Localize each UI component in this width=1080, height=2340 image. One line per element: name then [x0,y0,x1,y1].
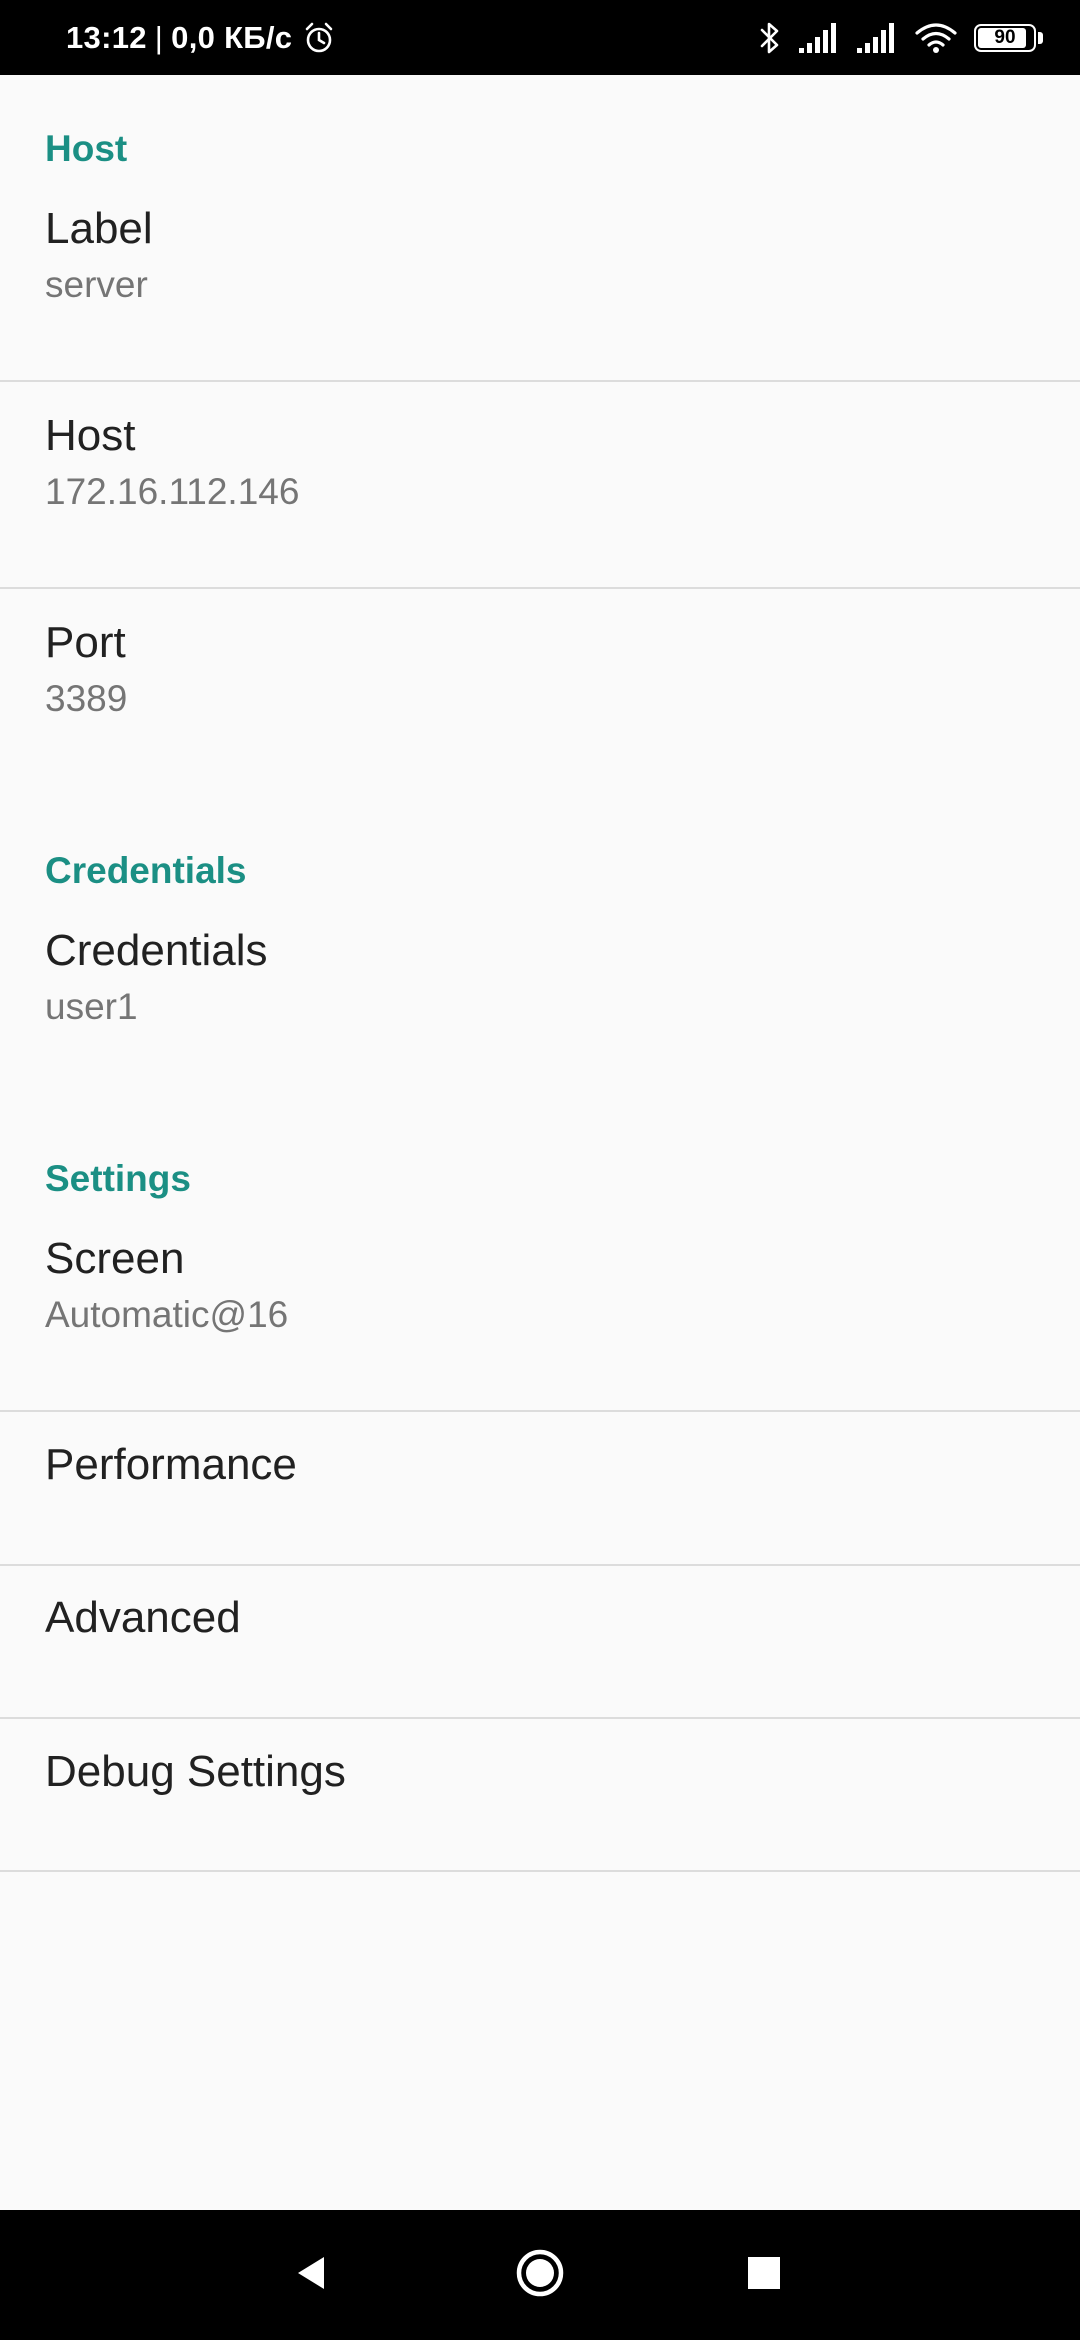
section-header-host: Host [45,128,128,169]
pref-summary-screen: Automatic@16 [45,1294,289,1335]
pref-title-credentials: Credentials [45,926,268,975]
pref-summary-credentials: user1 [45,986,138,1027]
section-header-credentials: Credentials [45,850,247,891]
signal-bars-icon [856,22,898,54]
wifi-icon [914,21,958,55]
status-right: 90 [758,0,1044,75]
status-separator: | [154,19,164,55]
alarm-clock-icon [302,21,336,55]
battery-level: 90 [994,26,1016,48]
signal-bars-icon [798,22,840,54]
divider [0,380,1080,382]
status-bar: 13:12 | 0,0 КБ/с 90 [0,0,1080,75]
pref-title-advanced: Advanced [45,1593,241,1642]
bluetooth-icon [758,20,782,56]
pref-title-performance: Performance [45,1440,297,1489]
section-header-settings: Settings [45,1158,191,1199]
battery-icon: 90 [974,23,1044,53]
pref-item-host[interactable]: Host 172.16.112.146 [0,410,1080,560]
pref-item-performance[interactable]: Performance [0,1412,1080,1564]
pref-item-debug-settings[interactable]: Debug Settings [0,1719,1080,1871]
pref-item-screen[interactable]: Screen Automatic@16 [0,1233,1080,1383]
clock: 13:12 [66,19,147,55]
pref-summary-port: 3389 [45,678,128,719]
navigation-bar [0,2210,1080,2340]
pref-title-label: Label [45,204,153,253]
home-button[interactable] [480,2210,600,2340]
pref-item-credentials[interactable]: Credentials user1 [0,925,1080,1075]
network-speed: 0,0 КБ/с [171,19,293,55]
pref-item-advanced[interactable]: Advanced [0,1566,1080,1718]
pref-summary-label: server [45,264,148,305]
pref-title-port: Port [45,618,126,667]
battery-body: 90 [974,23,1036,52]
status-left: 13:12 | 0,0 КБ/с [66,0,336,75]
divider [0,1870,1080,1872]
battery-tip [1038,31,1043,44]
pref-title-screen: Screen [45,1234,185,1283]
pref-item-port[interactable]: Port 3389 [0,617,1080,767]
back-triangle-icon [292,2253,332,2298]
divider [0,587,1080,589]
recents-button[interactable] [704,2210,824,2340]
pref-summary-host: 172.16.112.146 [45,471,300,512]
pref-title-host: Host [45,411,136,460]
recents-square-icon [746,2255,782,2296]
home-circle-icon [514,2247,566,2304]
back-button[interactable] [252,2210,372,2340]
pref-title-debug-settings: Debug Settings [45,1747,346,1796]
